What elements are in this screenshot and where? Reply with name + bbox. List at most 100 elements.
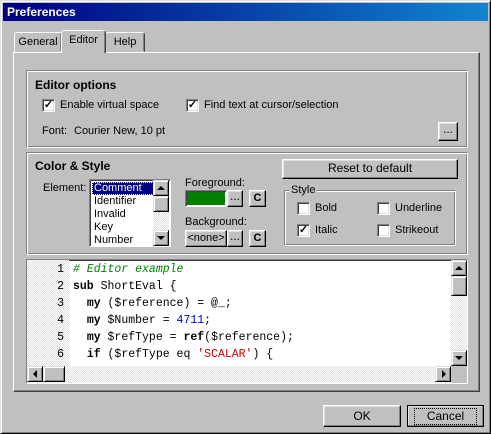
color-style-heading: Color & Style [35, 159, 111, 173]
enable-virtual-space-checkbox[interactable]: ✓ [42, 99, 55, 112]
code-token: ($reference); [204, 331, 294, 344]
code-token: $Number = [100, 314, 177, 327]
preview-scroll-right-button[interactable] [435, 366, 451, 382]
cancel-button[interactable]: Cancel [407, 405, 484, 427]
code-token: # Editor example [73, 263, 184, 276]
arrow-up-icon [157, 186, 165, 190]
code-token: $refType = [100, 331, 184, 344]
code-line: # Editor example [73, 261, 183, 278]
line-number: 4 [57, 314, 64, 327]
underline-checkbox[interactable] [377, 202, 390, 215]
editor-options-heading: Editor options [35, 78, 117, 92]
code-token: 4711 [176, 314, 205, 327]
element-item-number[interactable]: Number [92, 234, 154, 247]
line-number: 6 [57, 348, 64, 361]
cancel-label: Cancel [413, 408, 478, 425]
line-number: 1 [57, 263, 64, 276]
element-item-invalid[interactable]: Invalid [92, 208, 154, 221]
code-token: ref [183, 331, 205, 344]
italic-label[interactable]: Italic [315, 224, 338, 236]
arrow-left-icon [33, 370, 37, 378]
strikeout-label[interactable]: Strikeout [395, 224, 438, 236]
element-scroll-up-button[interactable] [153, 180, 169, 196]
code-line: my $refType = ref($reference); [73, 329, 294, 346]
tab-help-label: Help [113, 36, 137, 48]
code-token: ; [204, 314, 212, 327]
find-text-at-cursor-label[interactable]: Find text at cursor/selection [204, 99, 339, 111]
preview-scroll-up-button[interactable] [451, 260, 467, 276]
foreground-color-field[interactable] [185, 190, 227, 207]
font-label: Font: [42, 125, 68, 137]
ok-button[interactable]: OK [323, 405, 401, 427]
line-number: 5 [57, 331, 64, 344]
background-browse-button[interactable]: ... [227, 230, 243, 247]
bold-label[interactable]: Bold [315, 202, 337, 214]
find-text-at-cursor-checkbox[interactable]: ✓ [186, 99, 199, 112]
element-item-identifier[interactable]: Identifier [92, 195, 154, 208]
foreground-browse-button[interactable]: ... [227, 190, 243, 207]
preview-vertical-thumb[interactable] [451, 276, 467, 296]
preview-horizontal-scrollbar[interactable] [27, 366, 451, 383]
code-line: if ($refType eq 'SCALAR') { [73, 346, 273, 363]
element-label: Element: [43, 182, 87, 194]
preview-scroll-down-button[interactable] [451, 350, 467, 366]
tab-editor-label: Editor [69, 34, 98, 46]
scrollbar-corner [451, 366, 467, 383]
code-token: 'SCALAR' [197, 348, 253, 361]
bold-checkbox[interactable] [297, 202, 310, 215]
reset-to-default-button[interactable]: Reset to default [282, 159, 458, 179]
background-label: Background: [185, 216, 247, 228]
code-line: (defined($$reference)) ? return 'scalar … [73, 363, 397, 365]
arrow-right-icon [442, 370, 446, 378]
font-browse-button[interactable]: ... [438, 122, 458, 141]
arrow-down-icon [157, 236, 165, 240]
arrow-up-icon [455, 266, 463, 270]
element-item-key[interactable]: Key [92, 221, 154, 234]
line-number: 2 [57, 280, 64, 293]
foreground-clear-button[interactable]: C [249, 190, 266, 207]
code-token: if [86, 348, 101, 361]
arrow-down-icon [455, 356, 463, 360]
line-number: 3 [57, 297, 64, 310]
element-listbox[interactable]: Comment Identifier Invalid Key Number [89, 179, 171, 247]
strikeout-checkbox[interactable] [377, 224, 390, 237]
style-group [284, 190, 456, 246]
code-line: sub ShortEval { [73, 278, 177, 295]
background-color-field[interactable]: <none> [185, 230, 227, 247]
code-token: my [86, 331, 101, 344]
code-token: ($refType eq [100, 348, 198, 361]
enable-virtual-space-label[interactable]: Enable virtual space [60, 99, 159, 111]
tab-general-label: General [18, 36, 58, 48]
title-bar[interactable]: Preferences [3, 3, 488, 21]
background-clear-button[interactable]: C [249, 230, 266, 247]
preferences-window: Preferences General Editor Help Editor o… [0, 0, 491, 434]
element-item-comment[interactable]: Comment [92, 182, 154, 195]
code-token: sub [73, 280, 94, 293]
style-group-label: Style [289, 184, 318, 196]
tab-general[interactable]: General [14, 32, 62, 52]
code-token: ShortEval { [93, 280, 177, 293]
code-preview[interactable]: 1234567 # Editor examplesub ShortEval { … [26, 259, 468, 384]
code-token: my [86, 297, 101, 310]
code-line: my $Number = 4711; [73, 312, 211, 329]
code-text[interactable]: # Editor example sub ShortEval { my ($ref… [73, 261, 451, 365]
italic-checkbox[interactable]: ✓ [297, 224, 310, 237]
code-token: ($reference) = @_; [100, 297, 232, 310]
underline-label[interactable]: Underline [395, 202, 442, 214]
tab-editor[interactable]: Editor [61, 30, 106, 53]
window-title: Preferences [7, 5, 76, 19]
element-scroll-down-button[interactable] [153, 230, 169, 246]
foreground-color-swatch [187, 192, 225, 205]
tab-help[interactable]: Help [105, 32, 145, 52]
element-scroll-thumb[interactable] [153, 196, 169, 212]
foreground-label: Foreground: [185, 177, 245, 189]
code-token: ) { [252, 348, 274, 361]
preview-horizontal-thumb[interactable] [43, 366, 65, 382]
preview-scroll-left-button[interactable] [27, 366, 43, 382]
line-numbers: 1234567 [27, 261, 67, 378]
code-token: my [86, 314, 101, 327]
code-line: my ($reference) = @_; [73, 295, 232, 312]
